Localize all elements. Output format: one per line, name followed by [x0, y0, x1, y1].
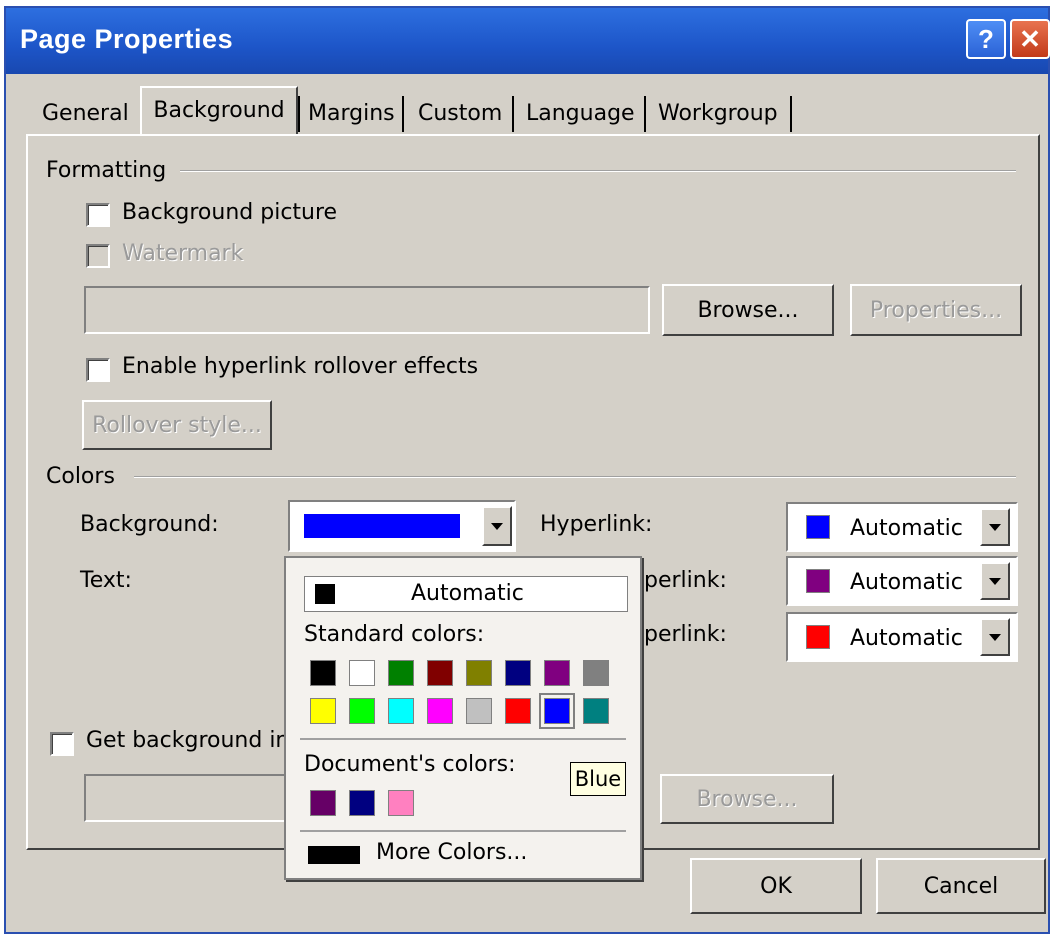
- formatting-heading: Formatting: [46, 158, 167, 183]
- color-tooltip: Blue: [570, 762, 626, 796]
- popup-divider: [300, 830, 626, 832]
- tab-divider: [402, 96, 404, 132]
- ok-button[interactable]: OK: [690, 858, 862, 914]
- hyperlink-color-value: Automatic: [850, 516, 963, 541]
- more-colors-option[interactable]: More Colors...: [304, 840, 624, 874]
- more-colors-label: More Colors...: [376, 840, 528, 865]
- more-colors-swatch: [308, 846, 360, 864]
- background-color-swatch: [304, 514, 460, 538]
- automatic-color-label: Automatic: [411, 581, 524, 606]
- popup-divider: [300, 738, 626, 740]
- section-divider: [134, 476, 1016, 478]
- close-icon: ✕: [1019, 23, 1041, 54]
- standard-color-swatch[interactable]: [388, 698, 414, 724]
- chevron-down-icon: [989, 523, 1001, 531]
- standard-color-swatch[interactable]: [349, 660, 375, 686]
- standard-color-swatch[interactable]: [539, 693, 575, 729]
- active-hyperlink-color-label: perlink:: [644, 622, 727, 647]
- standard-color-swatch[interactable]: [388, 660, 414, 686]
- standard-color-swatch[interactable]: [583, 698, 609, 724]
- visited-hyperlink-color-dropdown[interactable]: Automatic: [786, 556, 1018, 606]
- tab-general[interactable]: General: [34, 96, 137, 132]
- visited-hyperlink-color-label: perlink:: [644, 568, 727, 593]
- get-background-browse-button[interactable]: Browse...: [660, 774, 834, 824]
- color-picker-popup: Automatic Standard colors: Document's co…: [284, 556, 642, 880]
- chevron-down-icon: [491, 522, 503, 530]
- document-color-swatch[interactable]: [388, 790, 414, 816]
- properties-button[interactable]: Properties...: [850, 284, 1022, 336]
- standard-color-swatch[interactable]: [466, 660, 492, 686]
- text-color-label: Text:: [80, 568, 132, 593]
- section-divider: [180, 170, 1016, 172]
- active-hyperlink-color-dropdown[interactable]: Automatic: [786, 612, 1018, 662]
- standard-color-swatch[interactable]: [505, 660, 531, 686]
- standard-color-swatch[interactable]: [544, 660, 570, 686]
- tab-custom[interactable]: Custom: [410, 96, 510, 132]
- title-bar: Page Properties ? ✕: [6, 8, 1050, 74]
- get-background-label: Get background in: [86, 728, 290, 753]
- background-picture-checkbox[interactable]: [86, 203, 110, 227]
- dropdown-arrow-button[interactable]: [482, 506, 512, 546]
- hyperlink-color-label: Hyperlink:: [540, 512, 653, 537]
- document-color-swatch[interactable]: [349, 790, 375, 816]
- standard-colors-label: Standard colors:: [304, 622, 485, 647]
- chevron-down-icon: [989, 633, 1001, 641]
- dropdown-arrow-button[interactable]: [980, 618, 1010, 656]
- standard-color-swatch[interactable]: [427, 660, 453, 686]
- automatic-color-swatch: [315, 584, 335, 604]
- background-picture-label: Background picture: [122, 200, 338, 225]
- cancel-button[interactable]: Cancel: [876, 858, 1046, 914]
- hyperlink-color-dropdown[interactable]: Automatic: [786, 502, 1018, 552]
- dropdown-arrow-button[interactable]: [980, 508, 1010, 546]
- rollover-style-button[interactable]: Rollover style...: [82, 400, 272, 450]
- visited-hyperlink-color-swatch: [806, 569, 830, 593]
- tab-workgroup[interactable]: Workgroup: [650, 96, 786, 132]
- close-button[interactable]: ✕: [1010, 19, 1050, 59]
- standard-color-swatch[interactable]: [427, 698, 453, 724]
- tab-language[interactable]: Language: [518, 96, 643, 132]
- active-hyperlink-color-value: Automatic: [850, 626, 963, 651]
- get-background-path-field[interactable]: [84, 774, 304, 822]
- get-background-checkbox[interactable]: [50, 732, 74, 756]
- hyperlink-color-swatch: [806, 515, 830, 539]
- document-colors-label: Document's colors:: [304, 752, 516, 777]
- background-color-label: Background:: [80, 512, 219, 537]
- background-color-dropdown[interactable]: [288, 500, 516, 552]
- tab-divider: [644, 96, 646, 132]
- rollover-effects-label: Enable hyperlink rollover effects: [122, 354, 479, 379]
- standard-color-swatch[interactable]: [505, 698, 531, 724]
- help-icon: ?: [978, 23, 994, 54]
- standard-color-swatch[interactable]: [466, 698, 492, 724]
- standard-color-swatch[interactable]: [583, 660, 609, 686]
- active-hyperlink-color-swatch: [806, 625, 830, 649]
- tab-margins[interactable]: Margins: [300, 96, 403, 132]
- dialog-title: Page Properties: [20, 24, 234, 54]
- colors-heading: Colors: [46, 464, 115, 489]
- watermark-label: Watermark: [122, 241, 244, 266]
- browse-picture-button[interactable]: Browse...: [662, 284, 834, 336]
- standard-color-swatch[interactable]: [310, 698, 336, 724]
- dropdown-arrow-button[interactable]: [980, 562, 1010, 600]
- tab-background[interactable]: Background: [140, 86, 298, 136]
- rollover-effects-checkbox[interactable]: [86, 358, 110, 382]
- tab-divider: [512, 96, 514, 132]
- visited-hyperlink-color-value: Automatic: [850, 570, 963, 595]
- tab-divider: [790, 96, 792, 132]
- background-picture-path-field[interactable]: [84, 286, 650, 334]
- automatic-color-option[interactable]: Automatic: [304, 576, 628, 612]
- help-button[interactable]: ?: [966, 19, 1006, 59]
- watermark-checkbox[interactable]: [86, 244, 110, 268]
- chevron-down-icon: [989, 577, 1001, 585]
- document-color-swatch[interactable]: [310, 790, 336, 816]
- standard-color-swatch[interactable]: [310, 660, 336, 686]
- standard-color-swatch[interactable]: [349, 698, 375, 724]
